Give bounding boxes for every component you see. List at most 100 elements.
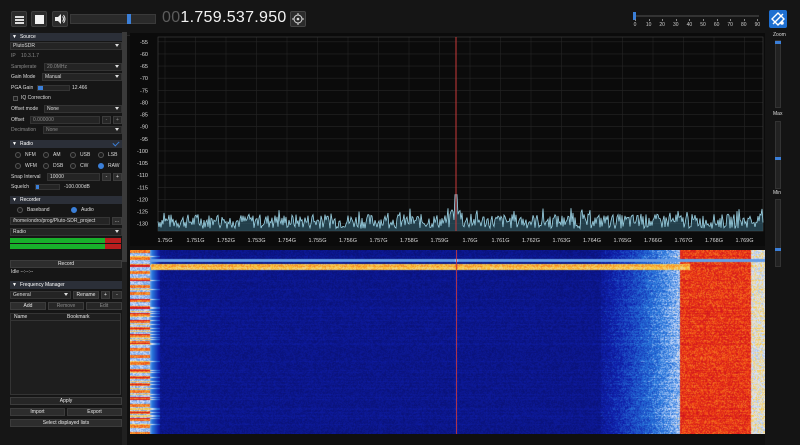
select-value: General bbox=[13, 292, 31, 298]
iq-correction-checkbox[interactable] bbox=[13, 96, 18, 101]
max-level-slider[interactable] bbox=[775, 121, 781, 189]
meter-green-fill bbox=[10, 238, 106, 243]
snr-scale-tick bbox=[730, 19, 732, 21]
add-list-button[interactable]: + bbox=[101, 291, 110, 299]
section-title: Radio bbox=[19, 141, 34, 147]
baseband-label: Baseband bbox=[27, 207, 50, 213]
snap-decrement-button[interactable]: - bbox=[102, 173, 111, 181]
export-button[interactable]: Export bbox=[67, 408, 122, 416]
frequency-digits[interactable]: 1.759.537.950 bbox=[180, 9, 286, 26]
bookmark-table-header: Name Bookmark bbox=[11, 314, 120, 321]
offset-increment-button[interactable]: + bbox=[113, 116, 122, 124]
offset-input[interactable]: 0.000000 bbox=[30, 116, 100, 124]
rename-list-button[interactable]: Rename bbox=[73, 291, 99, 299]
stop-button[interactable] bbox=[31, 11, 47, 27]
mode-radio-am[interactable] bbox=[43, 152, 49, 158]
record-button[interactable]: Record bbox=[10, 260, 122, 268]
snr-scale-tick bbox=[743, 19, 745, 21]
snap-increment-button[interactable]: + bbox=[113, 173, 122, 181]
zoom-slider[interactable] bbox=[775, 40, 781, 108]
remove-bookmark-button[interactable]: Remove bbox=[48, 302, 84, 310]
hamburger-menu-icon[interactable] bbox=[11, 11, 27, 27]
snr-scale-label: 50 bbox=[700, 22, 706, 28]
snr-meter-track bbox=[634, 15, 759, 17]
snr-scale-label: 30 bbox=[673, 22, 679, 28]
mode-radio-cw[interactable] bbox=[70, 163, 76, 169]
min-level-slider-handle[interactable] bbox=[775, 248, 781, 251]
stop-icon bbox=[35, 15, 44, 24]
pga-gain-slider[interactable] bbox=[37, 85, 70, 91]
mode-radio-wfm[interactable] bbox=[15, 163, 21, 169]
radio-section-header[interactable]: ▼ Radio bbox=[10, 140, 122, 148]
scrollbar-thumb[interactable] bbox=[122, 32, 127, 262]
import-button[interactable]: Import bbox=[10, 408, 65, 416]
recorder-status: Idle --:--:-- bbox=[11, 269, 34, 275]
edit-bookmark-button[interactable]: Edit bbox=[86, 302, 122, 310]
chevron-down-icon bbox=[115, 230, 119, 233]
spectrum-x-tick-label: 1.76G bbox=[463, 238, 478, 244]
snr-scale-label: 60 bbox=[713, 22, 720, 28]
snr-scale-label: 80 bbox=[741, 22, 747, 28]
mute-button[interactable] bbox=[52, 11, 68, 27]
chevron-down-icon bbox=[64, 293, 68, 296]
zoom-label: Zoom bbox=[773, 32, 786, 38]
browse-path-button[interactable]: ... bbox=[112, 217, 122, 225]
spectrum-x-tick-label: 1.765G bbox=[613, 238, 631, 244]
apply-button[interactable]: Apply bbox=[10, 397, 122, 405]
offset-mode-select[interactable]: None bbox=[44, 105, 122, 113]
decimation-select[interactable]: None bbox=[43, 126, 122, 134]
pga-gain-slider-handle[interactable] bbox=[38, 86, 44, 90]
volume-slider[interactable] bbox=[70, 14, 156, 24]
mode-label-lsb: LSB bbox=[108, 152, 118, 158]
waterfall-display[interactable] bbox=[130, 250, 765, 434]
max-label: Max bbox=[773, 111, 783, 117]
recording-path-input[interactable]: /home/ondro/prog/Pluto-SDR_project bbox=[10, 217, 110, 225]
spectrum-y-tick-label: -80 bbox=[140, 100, 148, 106]
chevron-down-icon bbox=[115, 107, 119, 110]
squelch-slider-handle[interactable] bbox=[36, 185, 39, 189]
select-value: None bbox=[46, 127, 58, 133]
recorder-section-header[interactable]: ▼ Recorder bbox=[10, 196, 122, 204]
record-stream-select[interactable]: Radio bbox=[10, 228, 122, 236]
bookmark-table[interactable]: Name Bookmark bbox=[10, 313, 121, 395]
snap-interval-input[interactable]: 10000 bbox=[47, 173, 100, 181]
spectrum-x-tick-label: 1.767G bbox=[674, 238, 692, 244]
max-level-slider-handle[interactable] bbox=[775, 157, 781, 161]
fft-spectrum-plot[interactable]: -55 -60 -65 -70 -75 -80 -85 -90 -95 -100 -105 -110 -… bbox=[130, 33, 765, 246]
left-panel-scrollbar[interactable] bbox=[122, 32, 127, 445]
squelch-slider[interactable] bbox=[35, 184, 60, 190]
frequency-display[interactable]: 001.759.537.950 bbox=[162, 9, 287, 27]
frequency-manager-section-header[interactable]: ▼ Frequency Manager bbox=[10, 281, 122, 289]
mode-radio-raw[interactable] bbox=[98, 163, 104, 169]
audio-radio[interactable] bbox=[71, 207, 77, 213]
remove-list-button[interactable]: - bbox=[112, 291, 122, 299]
center-tuning-button[interactable] bbox=[290, 11, 306, 27]
mode-radio-lsb[interactable] bbox=[98, 152, 104, 158]
spectrum-x-tick-label: 1.756G bbox=[339, 238, 357, 244]
snr-scale-label: 0 bbox=[633, 22, 637, 28]
spectrum-x-tick-label: 1.759G bbox=[430, 238, 448, 244]
column-name: Name bbox=[14, 314, 28, 320]
mode-radio-dsb[interactable] bbox=[43, 163, 49, 169]
audio-level-meter-right bbox=[10, 244, 121, 249]
volume-slider-handle[interactable] bbox=[126, 14, 131, 24]
select-displayed-lists-button[interactable]: Select displayed lists bbox=[10, 419, 122, 427]
offset-decrement-button[interactable]: - bbox=[102, 116, 111, 124]
snr-meter-scale: 0 10 20 30 40 50 60 70 80 90 bbox=[632, 10, 762, 32]
mode-radio-nfm[interactable] bbox=[15, 152, 21, 158]
source-device-select[interactable]: PlutoSDR bbox=[10, 42, 122, 50]
min-level-slider[interactable] bbox=[775, 199, 781, 267]
source-section-header[interactable]: ▼ Source bbox=[10, 33, 122, 41]
add-bookmark-button[interactable]: Add bbox=[10, 302, 46, 310]
mode-radio-usb[interactable] bbox=[70, 152, 76, 158]
frequency-leading-digits[interactable]: 00 bbox=[162, 9, 180, 26]
bookmark-list-select[interactable]: General bbox=[10, 291, 71, 299]
samplerate-select[interactable]: 20.0MHz bbox=[44, 63, 122, 71]
baseband-radio[interactable] bbox=[17, 207, 23, 213]
app-logo-button[interactable] bbox=[769, 10, 787, 28]
gain-mode-select[interactable]: Manual bbox=[42, 73, 122, 81]
mode-label-nfm: NFM bbox=[25, 152, 36, 158]
spectrum-x-tick-label: 1.758G bbox=[400, 238, 418, 244]
snr-scale-label: 90 bbox=[754, 22, 761, 28]
zoom-slider-handle[interactable] bbox=[775, 41, 781, 44]
